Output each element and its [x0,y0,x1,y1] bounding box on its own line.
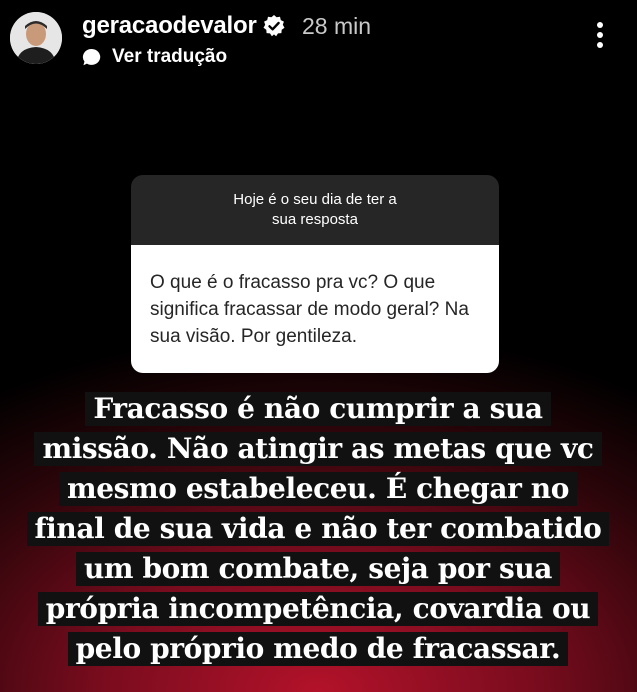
answer-line: Fracasso é não cumprir a sua [85,392,551,426]
answer-line: mesmo estabeleceu. É chegar no [58,472,578,506]
avatar[interactable] [10,12,62,64]
answer-line: pelo próprio medo de fracassar. [67,632,569,666]
answer-line: um bom combate, seja por sua [75,552,561,586]
sticker-question: O que é o fracasso pra vc? O que signifi… [150,271,469,347]
story-header: geracaodevalor 28 min Ver tradução [0,0,637,80]
question-sticker[interactable]: Hoje é o seu dia de ter a sua resposta O… [131,175,499,373]
more-vertical-icon[interactable] [588,22,612,54]
avatar-image [10,12,62,64]
username[interactable]: geracaodevalor [82,12,257,40]
translate-bubble-icon [82,48,101,66]
post-time: 28 min [302,13,372,39]
verified-badge-icon [263,15,285,37]
answer-text-block: Fracasso é não cumprir a sua missão. Não… [22,392,614,672]
answer-line: missão. Não atingir as metas que vc [34,432,602,466]
translate-link[interactable]: Ver tradução [112,46,227,68]
sticker-body: O que é o fracasso pra vc? O que signifi… [131,245,499,373]
sticker-prompt: Hoje é o seu dia de ter a sua resposta [233,191,397,228]
answer-line: própria incompetência, covardia ou [37,592,599,626]
sticker-header: Hoje é o seu dia de ter a sua resposta [131,175,499,245]
answer-line: final de sua vida e não ter combatido [26,512,610,546]
